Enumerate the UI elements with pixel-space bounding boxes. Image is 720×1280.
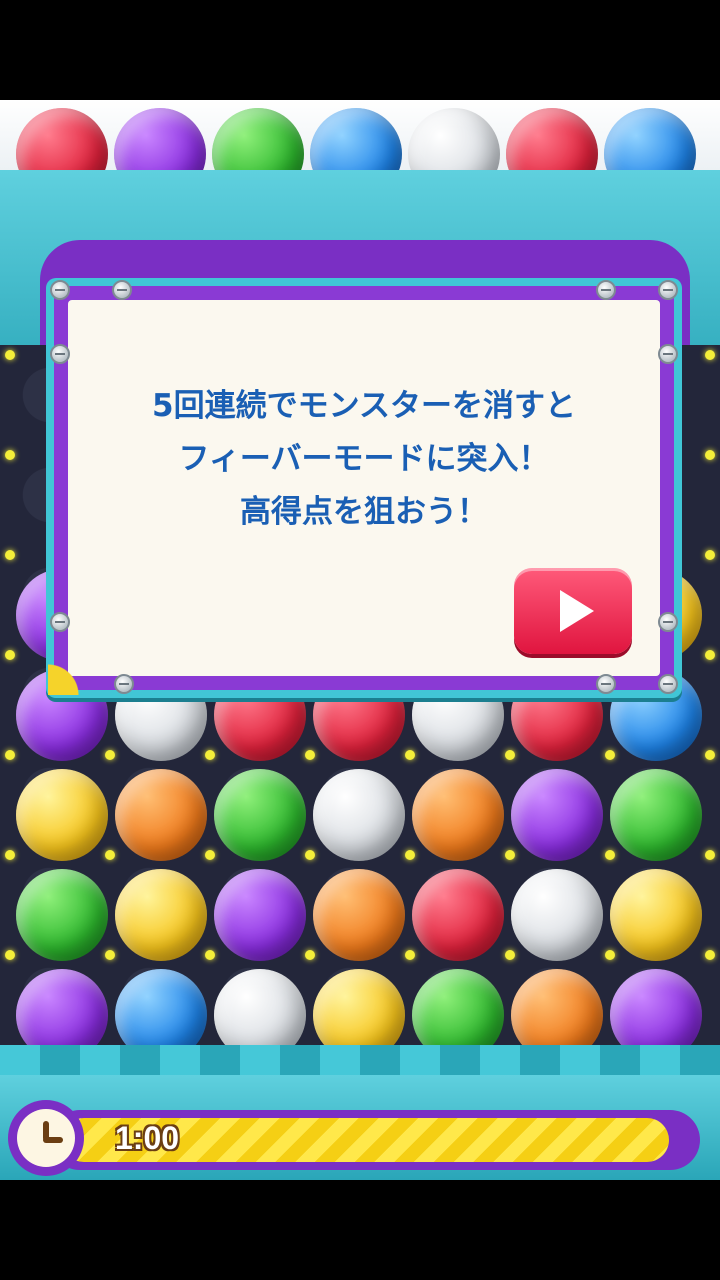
gear-icon xyxy=(48,625,128,695)
screw-icon xyxy=(50,280,70,300)
tutorial-message-line: 5回連続でモンスターを消すと xyxy=(152,388,576,424)
screw-icon xyxy=(50,344,70,364)
status-bar-area xyxy=(0,0,720,100)
screw-icon xyxy=(112,280,132,300)
tutorial-message-line: 高得点を狙おう！ xyxy=(240,494,488,530)
screw-icon xyxy=(596,280,616,300)
next-button[interactable] xyxy=(514,568,632,654)
screw-icon xyxy=(658,344,678,364)
tutorial-message-line: フィーバーモードに突入！ xyxy=(178,441,550,477)
screw-icon xyxy=(658,280,678,300)
game-screen: 1:00 5回連続でモンスターを消すと フィーバーモードに突入！ 高得点を狙おう… xyxy=(0,100,720,1180)
screw-icon xyxy=(658,612,678,632)
play-icon xyxy=(560,590,594,632)
navigation-bar-area xyxy=(0,1180,720,1280)
tutorial-message: 5回連続でモンスターを消すと フィーバーモードに突入！ 高得点を狙おう！ xyxy=(68,380,660,539)
screw-icon xyxy=(658,674,678,694)
screw-icon xyxy=(596,674,616,694)
